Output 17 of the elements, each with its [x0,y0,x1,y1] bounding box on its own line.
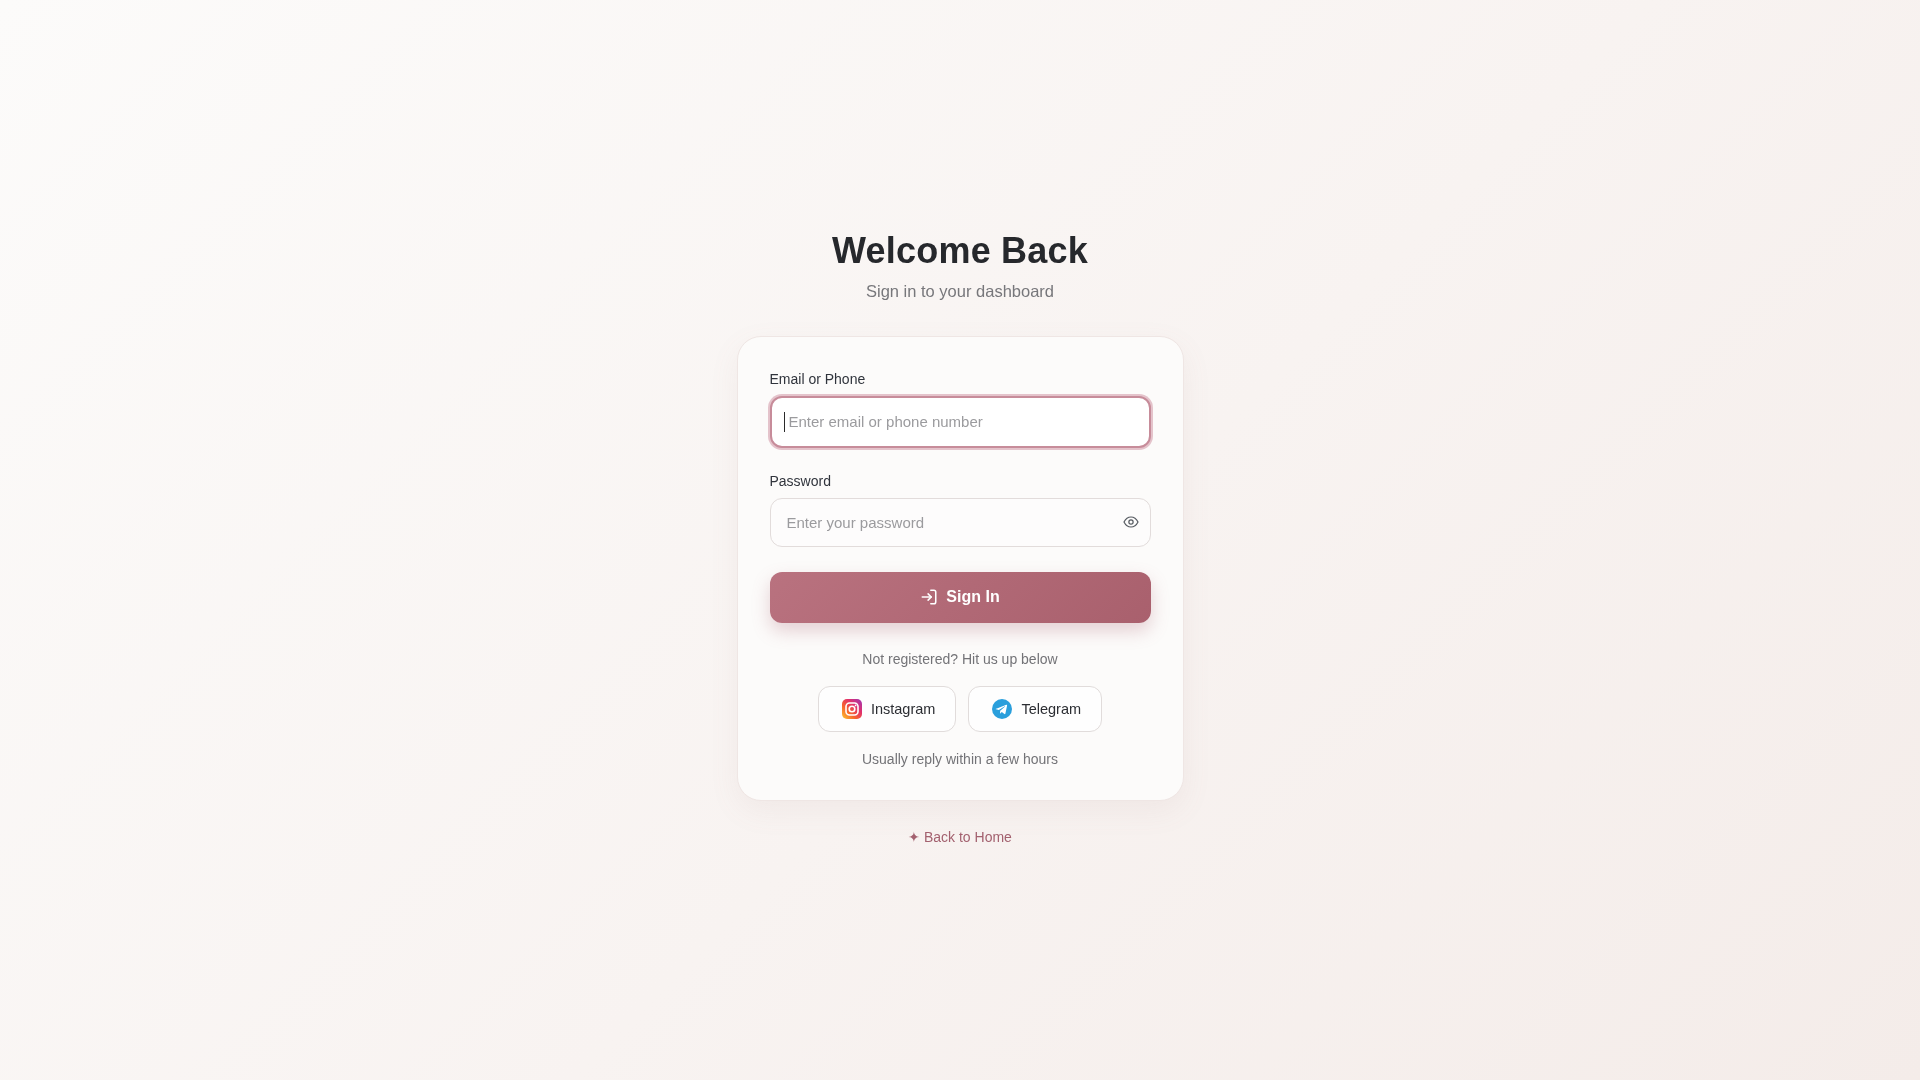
reply-note: Usually reply within a few hours [860,749,1060,769]
sign-in-icon [920,588,939,606]
back-link[interactable]: ✦ Back to Home [908,826,1012,847]
contact-button[interactable]: Telegram [968,685,1103,732]
contact-button[interactable]: Instagram [817,685,957,732]
register-prompt: Not registered? Hit us up below [861,649,1059,669]
password-field[interactable]: Enter your password [769,497,1151,547]
eye-icon[interactable] [1122,515,1139,528]
page-title: Welcome Back [832,228,1088,273]
camera-icon [841,698,862,719]
field-label: Email or Phone [769,369,867,389]
text-field[interactable]: Enter email or phone number [769,395,1151,448]
field-label: Password [769,471,832,491]
page-subtitle: Sign in to your dashboard [865,280,1054,302]
paper-plane-icon [992,698,1013,719]
text-cursor-icon [783,411,785,432]
sign-in-button[interactable]: Sign In [769,571,1151,623]
